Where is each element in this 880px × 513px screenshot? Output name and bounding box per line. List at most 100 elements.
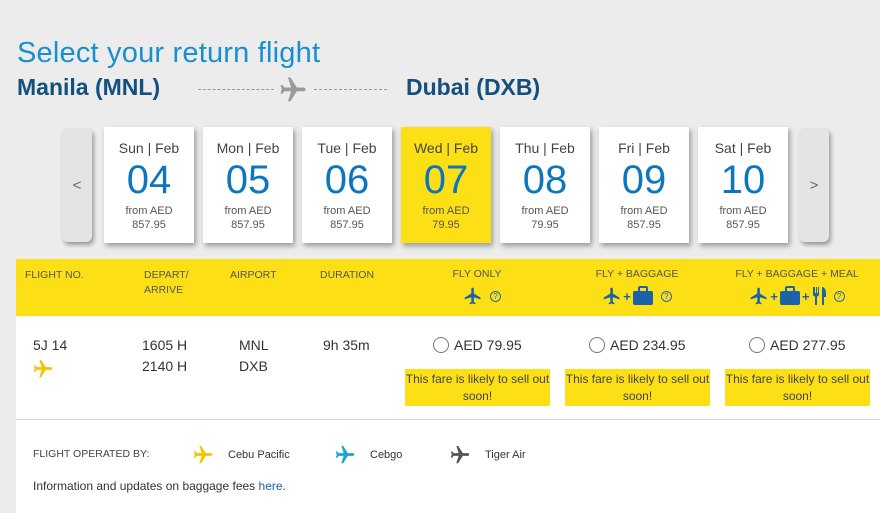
- date-card-number: 09: [621, 158, 667, 202]
- date-card-from: from AED: [620, 205, 668, 217]
- date-card-price: 857.95: [726, 219, 760, 231]
- baggage-info-link[interactable]: here: [259, 479, 283, 493]
- date-card-day: Sat | Feb: [714, 140, 772, 156]
- carrier-name: Cebgo: [370, 449, 403, 461]
- date-card-from: from AED: [125, 205, 173, 217]
- date-card-day: Fri | Feb: [618, 140, 670, 156]
- fare-option-fly-baggage[interactable]: AED 234.95: [589, 337, 686, 353]
- date-card-day: Wed | Feb: [413, 140, 479, 156]
- depart-time: 1605 H: [142, 337, 188, 353]
- flight-results-panel: FLIGHT NO. DEPART/ ARRIVE AIRPORT DURATI…: [16, 259, 880, 513]
- date-card-tue-06[interactable]: Tue | Feb 06 from AED 857.95: [302, 127, 392, 243]
- destination-airport: DXB: [239, 358, 268, 374]
- baggage-icon: [632, 286, 653, 305]
- cebu-pacific-plane-icon: [192, 444, 214, 466]
- baggage-info-text: Information and updates on baggage fees: [33, 479, 259, 493]
- help-icon[interactable]: ?: [660, 290, 672, 302]
- route-dash-left: [198, 89, 274, 90]
- origin-airport: MNL: [239, 337, 269, 353]
- date-card-fri-09[interactable]: Fri | Feb 09 from AED 857.95: [599, 127, 689, 243]
- flight-duration: 9h 35m: [323, 337, 370, 353]
- date-card-sun-04[interactable]: Sun | Feb 04 from AED 857.95: [104, 127, 194, 243]
- date-card-number: 06: [324, 158, 370, 202]
- prev-week-button[interactable]: <: [62, 128, 92, 242]
- destination-city: Dubai (DXB): [406, 74, 541, 100]
- fare-price: AED 234.95: [610, 337, 686, 353]
- route-dash-right: [314, 89, 387, 90]
- plane-icon: [278, 73, 308, 107]
- date-card-price: 79.95: [432, 219, 460, 231]
- fly-baggage-icons: + ?: [562, 286, 712, 306]
- plane-icon: [602, 286, 622, 306]
- operated-by-label: FLIGHT OPERATED BY:: [33, 448, 150, 460]
- header-fly-baggage: FLY + BAGGAGE: [595, 268, 679, 280]
- date-card-thu-08[interactable]: Thu | Feb 08 from AED 79.95: [500, 127, 590, 243]
- header-flight-no: FLIGHT NO.: [25, 269, 84, 281]
- fly-only-icons: ?: [407, 286, 557, 306]
- cebu-pacific-plane-icon: [32, 358, 54, 380]
- date-card-number: 07: [423, 158, 469, 202]
- header-fly-baggage-meal: FLY + BAGGAGE + MEAL: [735, 268, 859, 280]
- plus-icon: +: [770, 288, 778, 304]
- baggage-icon: [780, 286, 800, 305]
- plus-icon: +: [802, 288, 810, 304]
- results-header: FLIGHT NO. DEPART/ ARRIVE AIRPORT DURATI…: [16, 259, 880, 316]
- date-card-price: 857.95: [330, 219, 364, 231]
- plane-icon: [749, 286, 769, 306]
- cutlery-icon: [812, 287, 826, 305]
- carrier-cebgo: Cebgo: [334, 444, 402, 466]
- date-card-day: Mon | Feb: [216, 140, 280, 156]
- date-card-from: from AED: [521, 205, 569, 217]
- date-card-from: from AED: [719, 205, 767, 217]
- radio-button[interactable]: [433, 337, 449, 353]
- flight-row: 5J 14 1605 H 2140 H MNL DXB 9h 35m AED 7…: [16, 316, 880, 420]
- carrier-name: Cebu Pacific: [228, 449, 290, 461]
- arrive-time: 2140 H: [142, 358, 188, 374]
- plane-icon: [463, 286, 483, 306]
- date-card-number: 08: [522, 158, 568, 202]
- tiger-air-plane-icon: [449, 444, 471, 466]
- fare-option-fly-baggage-meal[interactable]: AED 277.95: [749, 337, 846, 353]
- fare-option-fly-only[interactable]: AED 79.95: [433, 337, 522, 353]
- sell-out-notice: This fare is likely to sell out soon!: [725, 369, 870, 406]
- page-title: Select your return flight: [17, 37, 321, 69]
- header-depart-arrive: DEPART/ ARRIVE: [144, 269, 189, 296]
- help-icon[interactable]: ?: [490, 290, 501, 302]
- carrier-cebu-pacific: Cebu Pacific: [192, 444, 290, 466]
- header-fly-only: FLY ONLY: [452, 268, 502, 280]
- date-card-from: from AED: [323, 205, 371, 217]
- help-icon[interactable]: ?: [833, 290, 845, 302]
- date-card-number: 04: [126, 158, 172, 202]
- date-card-day: Sun | Feb: [118, 140, 180, 156]
- header-airport: AIRPORT: [230, 269, 277, 281]
- date-card-sat-10[interactable]: Sat | Feb 10 from AED 857.95: [698, 127, 788, 243]
- date-card-number: 05: [225, 158, 271, 202]
- sell-out-notice: This fare is likely to sell out soon!: [405, 369, 550, 406]
- fare-price: AED 277.95: [770, 337, 846, 353]
- cebgo-plane-icon: [334, 444, 356, 466]
- date-card-price: 79.95: [531, 219, 559, 231]
- date-card-number: 10: [720, 158, 766, 202]
- origin-city: Manila (MNL): [17, 74, 161, 100]
- flight-number: 5J 14: [33, 337, 68, 353]
- date-card-day: Thu | Feb: [515, 140, 575, 156]
- radio-button[interactable]: [589, 337, 605, 353]
- date-card-price: 857.95: [231, 219, 265, 231]
- plus-icon: +: [623, 288, 631, 304]
- baggage-info-end: .: [282, 479, 286, 493]
- carrier-tiger-air: Tiger Air: [449, 444, 526, 466]
- next-week-button[interactable]: >: [799, 128, 829, 242]
- date-card-from: from AED: [224, 205, 272, 217]
- fly-baggage-meal-icons: + + ?: [722, 286, 872, 306]
- date-card-from: from AED: [422, 205, 470, 217]
- date-card-mon-05[interactable]: Mon | Feb 05 from AED 857.95: [203, 127, 293, 243]
- date-card-price: 857.95: [627, 219, 661, 231]
- flight-operator-legend: FLIGHT OPERATED BY: Cebu Pacific Cebgo T…: [16, 421, 880, 513]
- fare-price: AED 79.95: [454, 337, 522, 353]
- radio-button[interactable]: [749, 337, 765, 353]
- date-card-price: 857.95: [132, 219, 166, 231]
- sell-out-notice: This fare is likely to sell out soon!: [565, 369, 710, 406]
- header-duration: DURATION: [320, 269, 375, 281]
- carrier-name: Tiger Air: [485, 449, 526, 461]
- date-card-wed-07[interactable]: Wed | Feb 07 from AED 79.95: [401, 127, 491, 243]
